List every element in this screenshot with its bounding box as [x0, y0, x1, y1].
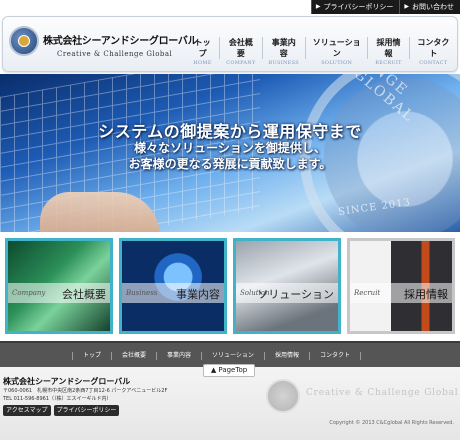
tile-recruit[interactable]: Recruit 採用情報: [347, 238, 455, 334]
tile-label-en: Business: [126, 289, 158, 297]
footer-buttons: アクセスマップ プライバシーポリシー: [3, 405, 120, 416]
footer-nav-business[interactable]: 事業内容: [156, 352, 201, 360]
nav-solution[interactable]: ソリューション SOLUTION: [306, 37, 369, 66]
arrow-right-icon: ▶: [315, 3, 321, 10]
contact-label: お問い合わせ: [412, 3, 454, 11]
hero-headline: システムの御提案から運用保守まで: [98, 122, 362, 141]
nav-label-jp: コンタクト: [417, 38, 450, 58]
top-links: ▶ プライバシーポリシー ▶ お問い合わせ: [310, 0, 460, 14]
privacy-policy-link[interactable]: ▶ プライバシーポリシー: [310, 0, 400, 14]
access-map-button[interactable]: アクセスマップ: [3, 405, 51, 416]
logo-tagline: Creative & Challenge Global: [57, 50, 173, 58]
contact-link[interactable]: ▶ お問い合わせ: [399, 0, 460, 14]
nav-label-jp: ソリューション: [312, 38, 361, 58]
tile-label-en: Recruit: [354, 289, 381, 297]
copyright: Copyright © 2013 C&Cglobal All Rights Re…: [329, 420, 454, 426]
nav-label-en: RECRUIT: [375, 60, 402, 66]
nav-business[interactable]: 事業内容 BUSINESS: [263, 37, 307, 66]
tile-label-jp: 会社概要: [62, 288, 106, 301]
footer-privacy-button[interactable]: プライバシーポリシー: [53, 405, 120, 416]
hero-banner: ENGE GLOBAL システムの御提案から運用保守まで 様々なソリューションを…: [0, 74, 460, 232]
hero-subline-2: お客様の更なる発展に貢献致します。: [128, 157, 332, 171]
hero-subline-1: 様々なソリューションを御提供し、: [134, 141, 326, 155]
nav-label-en: BUSINESS: [268, 60, 300, 66]
footer-logo-emblem-icon: [266, 379, 300, 413]
footer-nav-contact[interactable]: コンタクト: [308, 352, 361, 360]
nav-home[interactable]: トップ HOME: [186, 37, 221, 66]
tile-label-jp: 採用情報: [404, 288, 448, 301]
hero-subline: 様々なソリューションを御提供し、 お客様の更なる発展に貢献致します。: [0, 140, 460, 172]
tile-label-en: Company: [12, 289, 46, 297]
nav-label-en: COMPANY: [226, 60, 256, 66]
nav-label-jp: 事業内容: [271, 38, 296, 58]
tile-business[interactable]: Business 事業内容: [119, 238, 227, 334]
footer-nav-company[interactable]: 会社概要: [111, 352, 156, 360]
footer-slogan: Creative & Challenge Global: [306, 388, 459, 398]
logo-emblem-icon[interactable]: [9, 26, 39, 56]
section-tiles: Company 会社概要 Business 事業内容 Solution ソリュー…: [0, 232, 460, 340]
footer-tel: TEL 011-596-8961（（株）エスイーギルド内）: [3, 396, 112, 402]
tile-label-jp: ソリューション: [257, 288, 334, 301]
footer-company-name: 株式会社シーアンドシーグローバル: [3, 377, 131, 386]
privacy-policy-label: プライバシーポリシー: [323, 3, 394, 11]
footer-nav-recruit[interactable]: 採用情報: [263, 352, 309, 360]
arrow-right-icon: ▶: [404, 3, 409, 10]
nav-label-jp: 会社概要: [228, 38, 253, 58]
header: 株式会社シーアンドシーグローバル Creative & Challenge Gl…: [2, 16, 458, 72]
top-strip: ▶ プライバシーポリシー ▶ お問い合わせ: [0, 0, 460, 14]
logo-company-name[interactable]: 株式会社シーアンドシーグローバル: [43, 32, 198, 47]
page-top-button[interactable]: ▲ PageTop: [203, 364, 255, 377]
footer-nav-solution[interactable]: ソリューション: [201, 352, 264, 360]
tile-company[interactable]: Company 会社概要: [5, 238, 113, 334]
nav-contact[interactable]: コンタクト CONTACT: [410, 37, 457, 66]
nav-recruit[interactable]: 採用情報 RECRUIT: [368, 37, 410, 66]
nav-label-en: SOLUTION: [321, 60, 353, 66]
nav-label-jp: 採用情報: [376, 38, 401, 58]
tile-solution[interactable]: Solution ソリューション: [233, 238, 341, 334]
footer: 株式会社シーアンドシーグローバル 〒060-0061 札幌市中央区南2条西7丁目…: [0, 367, 460, 440]
nav-company[interactable]: 会社概要 COMPANY: [220, 37, 263, 66]
nav-label-en: CONTACT: [419, 60, 448, 66]
tile-label-jp: 事業内容: [176, 288, 220, 301]
footer-address: 〒060-0061 札幌市中央区南2条西7丁目12-6 パークアベニュービル2F: [3, 388, 168, 394]
nav-label-jp: トップ: [194, 38, 211, 58]
nav-label-en: HOME: [193, 60, 212, 66]
footer-nav-home[interactable]: トップ: [72, 352, 111, 360]
global-nav: トップ HOME 会社概要 COMPANY 事業内容 BUSINESS ソリュー…: [186, 37, 457, 66]
